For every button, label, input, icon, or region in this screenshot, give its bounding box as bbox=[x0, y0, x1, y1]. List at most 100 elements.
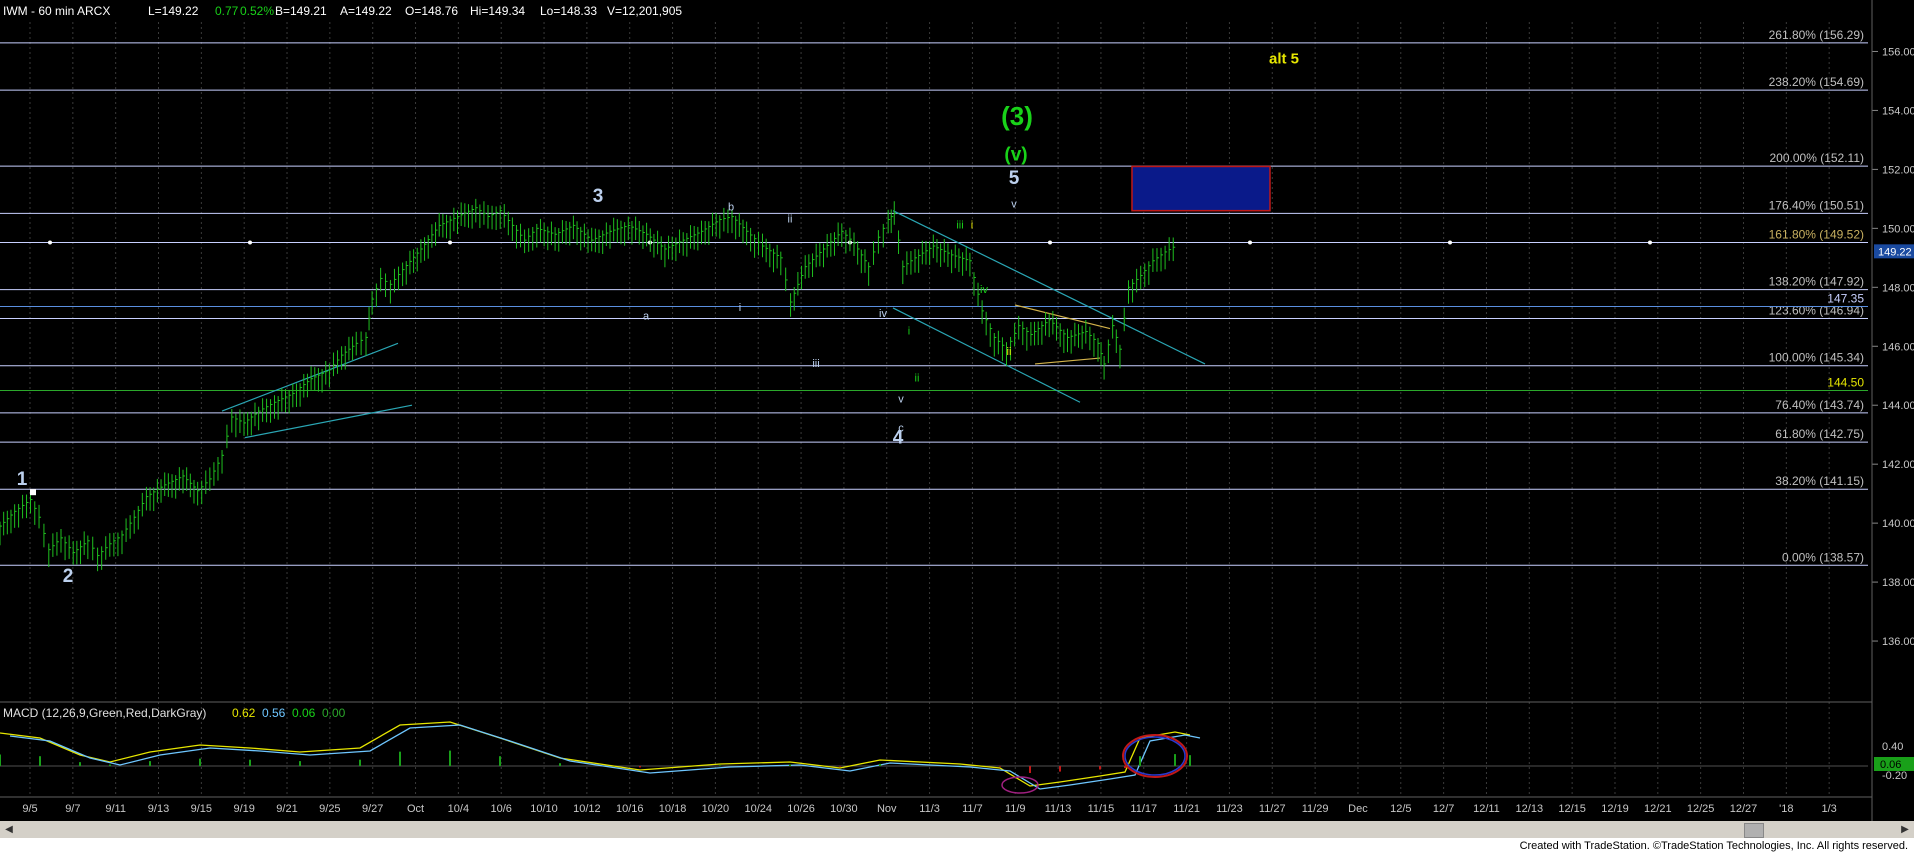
y-tick-label: 156.00 bbox=[1882, 46, 1914, 58]
fib-marker-dot bbox=[1048, 240, 1052, 245]
x-tick-label: 9/19 bbox=[233, 803, 254, 815]
fib-marker-dot bbox=[1648, 240, 1652, 245]
x-tick-label: 11/17 bbox=[1130, 803, 1157, 815]
y-tick-label: 146.00 bbox=[1882, 341, 1914, 353]
wave-label: a bbox=[643, 311, 650, 323]
x-tick-label: Dec bbox=[1348, 803, 1368, 815]
fib-level-label: 238.20% (154.69) bbox=[1769, 75, 1864, 89]
fib-level-label: 176.40% (150.51) bbox=[1769, 198, 1864, 212]
wave-label: 5 bbox=[1009, 168, 1020, 189]
x-tick-label: 9/21 bbox=[276, 803, 297, 815]
wave-label: iii bbox=[956, 219, 963, 231]
x-tick-label: 12/11 bbox=[1473, 803, 1500, 815]
last-price-label: 149.22 bbox=[1878, 246, 1912, 258]
macd-value: 0.56 bbox=[262, 706, 286, 720]
macd-tick-label: -0.20 bbox=[1882, 770, 1907, 782]
x-tick-label: 11/21 bbox=[1173, 803, 1200, 815]
x-tick-label: 10/6 bbox=[490, 803, 511, 815]
header-volume: V=12,201,905 bbox=[607, 4, 682, 18]
x-tick-label: 11/15 bbox=[1088, 803, 1115, 815]
scroll-right-arrow-icon[interactable]: ▶ bbox=[1898, 823, 1912, 836]
header-pct: 0.52% bbox=[240, 4, 274, 18]
x-tick-label: 10/26 bbox=[787, 803, 815, 815]
macd-value: 0.62 bbox=[232, 706, 256, 720]
x-tick-label: 9/11 bbox=[105, 803, 126, 815]
scrollbar-thumb[interactable] bbox=[1744, 823, 1764, 838]
y-tick-label: 148.00 bbox=[1882, 282, 1914, 294]
fib-level-label: 61.80% (142.75) bbox=[1775, 427, 1864, 441]
x-tick-label: 11/23 bbox=[1216, 803, 1243, 815]
x-tick-label: 9/13 bbox=[148, 803, 169, 815]
x-tick-label: 12/19 bbox=[1601, 803, 1629, 815]
wave-label: i bbox=[971, 219, 973, 231]
header-open: O=148.76 bbox=[405, 4, 458, 18]
wave-label: iv bbox=[879, 308, 887, 320]
y-tick-label: 144.00 bbox=[1882, 400, 1914, 412]
fib-level-label: 161.80% (149.52) bbox=[1769, 227, 1864, 241]
fib-level-label: 76.40% (143.74) bbox=[1775, 398, 1864, 412]
fib-marker-dot bbox=[1448, 240, 1452, 245]
x-tick-label: 10/30 bbox=[830, 803, 858, 815]
header-ask: A=149.22 bbox=[340, 4, 392, 18]
x-tick-label: Oct bbox=[407, 803, 424, 815]
fib-level-label: 123.60% (146.94) bbox=[1769, 304, 1864, 318]
y-tick-label: 136.00 bbox=[1882, 636, 1914, 648]
fib-marker-dot bbox=[448, 240, 452, 245]
macd-label: MACD (12,26,9,Green,Red,DarkGray) bbox=[3, 706, 206, 720]
x-tick-label: 10/18 bbox=[659, 803, 687, 815]
fib-level-label: 38.20% (141.15) bbox=[1775, 474, 1864, 488]
header-last: L=149.22 bbox=[148, 4, 199, 18]
y-tick-label: 138.00 bbox=[1882, 577, 1914, 589]
scroll-left-arrow-icon[interactable]: ◀ bbox=[2, 823, 16, 836]
fib-level-label: 0.00% (138.57) bbox=[1782, 550, 1864, 564]
wave-label: i bbox=[908, 325, 910, 337]
x-tick-label: 10/24 bbox=[744, 803, 772, 815]
wave-label: 2 bbox=[63, 566, 74, 587]
footer: Created with TradeStation. ©TradeStation… bbox=[0, 838, 1914, 856]
x-tick-label: 12/5 bbox=[1390, 803, 1411, 815]
header-high: Hi=149.34 bbox=[470, 4, 525, 18]
y-tick-label: 142.00 bbox=[1882, 459, 1914, 471]
x-tick-label: 12/7 bbox=[1433, 803, 1454, 815]
footer-copyright: Created with TradeStation. ©TradeStation… bbox=[1519, 840, 1908, 852]
x-tick-label: 10/4 bbox=[448, 803, 469, 815]
macd-tick-label: 0.40 bbox=[1882, 741, 1903, 753]
wave-label: 1 bbox=[17, 469, 28, 490]
fib-marker-dot bbox=[48, 240, 52, 245]
header-change: 0.77 bbox=[215, 4, 239, 18]
x-tick-label: 11/27 bbox=[1259, 803, 1286, 815]
fib-marker-dot bbox=[248, 240, 252, 245]
wave-label: (v) bbox=[1004, 145, 1027, 166]
x-tick-label: 11/9 bbox=[1005, 803, 1026, 815]
fib-level-label: 200.00% (152.11) bbox=[1769, 151, 1864, 165]
x-tick-label: 12/15 bbox=[1558, 803, 1586, 815]
price-chart: 261.80% (156.29) 238.20% (154.69) 200.00% … bbox=[0, 0, 1914, 821]
wave-label: (3) bbox=[1001, 101, 1033, 131]
x-tick-label: 11/29 bbox=[1302, 803, 1329, 815]
x-tick-label: 12/25 bbox=[1687, 803, 1715, 815]
x-tick-label: 9/5 bbox=[22, 803, 37, 815]
header-low: Lo=148.33 bbox=[540, 4, 597, 18]
x-tick-label: 10/10 bbox=[530, 803, 558, 815]
wave-label: v bbox=[1011, 199, 1017, 211]
fib-level-label: 138.20% (147.92) bbox=[1769, 275, 1864, 289]
y-tick-label: 154.00 bbox=[1882, 105, 1914, 117]
wave-label: b bbox=[728, 202, 734, 214]
wave-label: iii bbox=[812, 358, 819, 370]
x-tick-label: 12/27 bbox=[1730, 803, 1758, 815]
wave-label: alt 5 bbox=[1269, 50, 1299, 67]
support-label: 144.50 bbox=[1827, 375, 1864, 389]
wave-label: v bbox=[898, 393, 904, 405]
wave-1-marker bbox=[30, 489, 36, 496]
horizontal-scrollbar[interactable] bbox=[0, 821, 1914, 838]
target-box bbox=[1131, 165, 1271, 212]
wave-label: i bbox=[739, 302, 741, 314]
wave-label: ii bbox=[915, 373, 920, 385]
y-tick-label: 152.00 bbox=[1882, 164, 1914, 176]
x-tick-label: 9/7 bbox=[65, 803, 80, 815]
x-tick-label: 10/20 bbox=[702, 803, 730, 815]
x-tick-label: 12/13 bbox=[1516, 803, 1544, 815]
wave-label: iv bbox=[980, 284, 988, 296]
y-tick-label: 150.00 bbox=[1882, 223, 1914, 235]
wave-label: 3 bbox=[593, 186, 604, 207]
